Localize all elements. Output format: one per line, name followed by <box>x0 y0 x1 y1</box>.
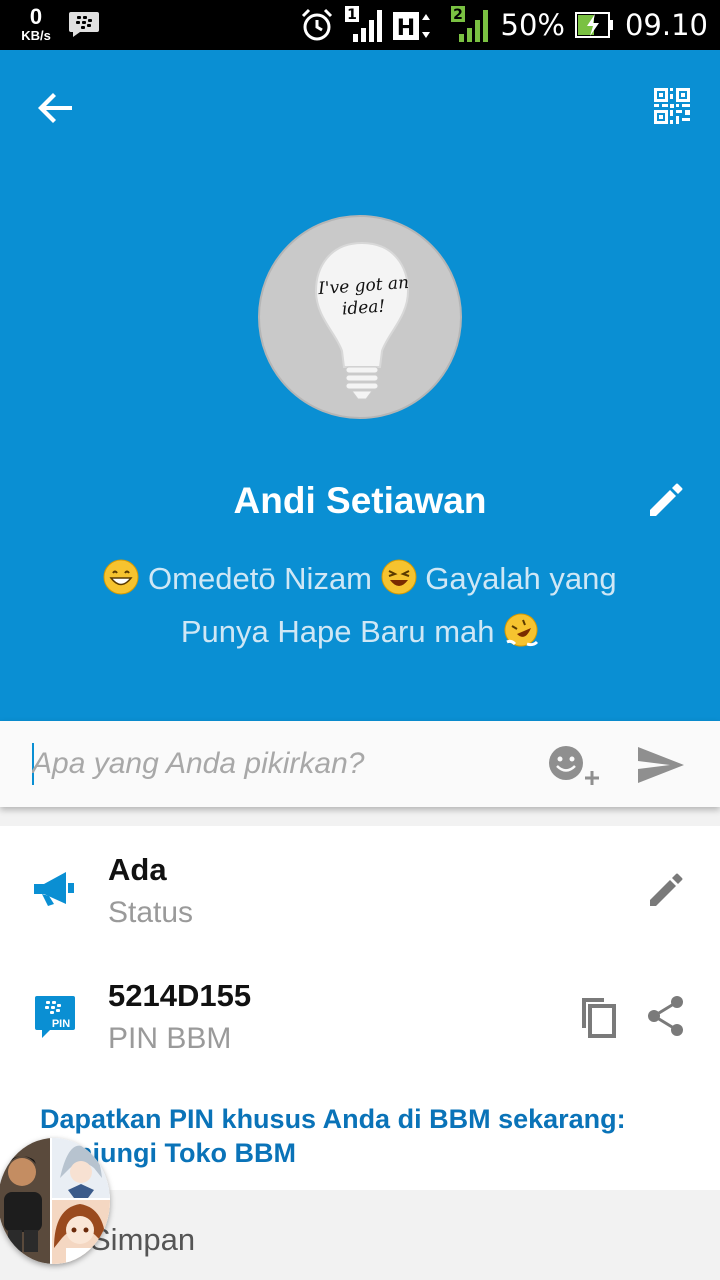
sim2-label: 2 <box>453 7 463 23</box>
bbm-notification-icon <box>69 12 99 37</box>
personal-message-part1: Omedetō Nizam <box>148 561 373 596</box>
network-type: H <box>396 16 414 41</box>
lightbulb-picture: I've got an idea! <box>314 241 410 400</box>
network-speed-value: 0 <box>29 4 43 29</box>
availability-value: Ada <box>108 852 167 887</box>
compose-bar <box>0 721 720 807</box>
profile-avatar[interactable]: I've got an idea! <box>258 215 462 419</box>
pencil-icon <box>650 483 683 516</box>
arrow-left-icon <box>38 93 72 123</box>
battery-percent: 50% <box>500 8 565 42</box>
pin-badge: PIN <box>52 1018 70 1030</box>
pin-label: PIN BBM <box>108 1022 232 1055</box>
qr-code-icon <box>654 88 690 124</box>
grinning-emoji-icon <box>103 559 139 595</box>
battery-charging-icon <box>574 12 613 38</box>
status-update-input[interactable] <box>32 741 522 787</box>
add-emoji-button[interactable] <box>546 743 604 787</box>
alarm-icon <box>301 8 332 41</box>
share-icon <box>648 996 683 1036</box>
network-speed: 0 KB/s <box>16 4 56 43</box>
signal-icon-sim2: H <box>392 12 430 41</box>
emoji-add-icon <box>549 746 599 785</box>
clock: 09.10 <box>624 8 708 42</box>
qr-code-button[interactable] <box>652 86 692 126</box>
share-pin-button[interactable] <box>644 994 688 1038</box>
edit-status-button[interactable] <box>644 868 688 912</box>
megaphone-icon <box>34 872 74 906</box>
profile-header: I've got an idea! Andi Setiawan Omedetō … <box>0 50 720 721</box>
send-button[interactable] <box>636 745 686 785</box>
signal-icon-sim2-bars: 2 <box>450 6 488 42</box>
edit-profile-button[interactable] <box>644 478 688 522</box>
copy-pin-button[interactable] <box>576 994 620 1038</box>
profile-name: Andi Setiawan <box>233 480 487 521</box>
personal-message-part3: Punya Hape Baru mah <box>180 614 495 649</box>
chat-head-avatars <box>0 1138 110 1264</box>
rolling-laughing-emoji-icon <box>504 613 539 647</box>
network-speed-unit: KB/s <box>21 28 51 43</box>
profile-info-card: Ada Status PIN 5214D155 PIN BBM Dapatkan… <box>0 826 720 1190</box>
svg-text:idea!: idea! <box>341 297 386 320</box>
personal-message-part2: Gayalah yang <box>425 561 617 596</box>
copy-icon <box>582 998 616 1038</box>
availability-label: Status <box>108 896 194 929</box>
get-custom-pin-link[interactable]: Dapatkan PIN khusus Anda di BBM sekarang… <box>40 1102 680 1170</box>
send-icon <box>638 747 684 783</box>
signal-icon-sim1: 1 <box>344 6 382 42</box>
sim1-label: 1 <box>347 7 357 23</box>
laughing-emoji-icon <box>381 559 417 595</box>
pencil-icon <box>650 873 683 906</box>
bbm-pin-icon: PIN <box>35 996 75 1038</box>
save-label[interactable]: Simpan <box>90 1222 195 1258</box>
personal-message: Omedetō Nizam Gayalah yang Punya Hape Ba… <box>60 552 660 658</box>
pin-value: 5214D155 <box>108 978 252 1013</box>
status-bar: 0 KB/s 1 H 2 50% 09.10 <box>0 0 720 50</box>
floating-chat-head[interactable] <box>0 1138 110 1264</box>
back-button[interactable] <box>32 84 80 132</box>
promo-line-1: Dapatkan PIN khusus Anda di BBM sekarang… <box>40 1104 626 1134</box>
